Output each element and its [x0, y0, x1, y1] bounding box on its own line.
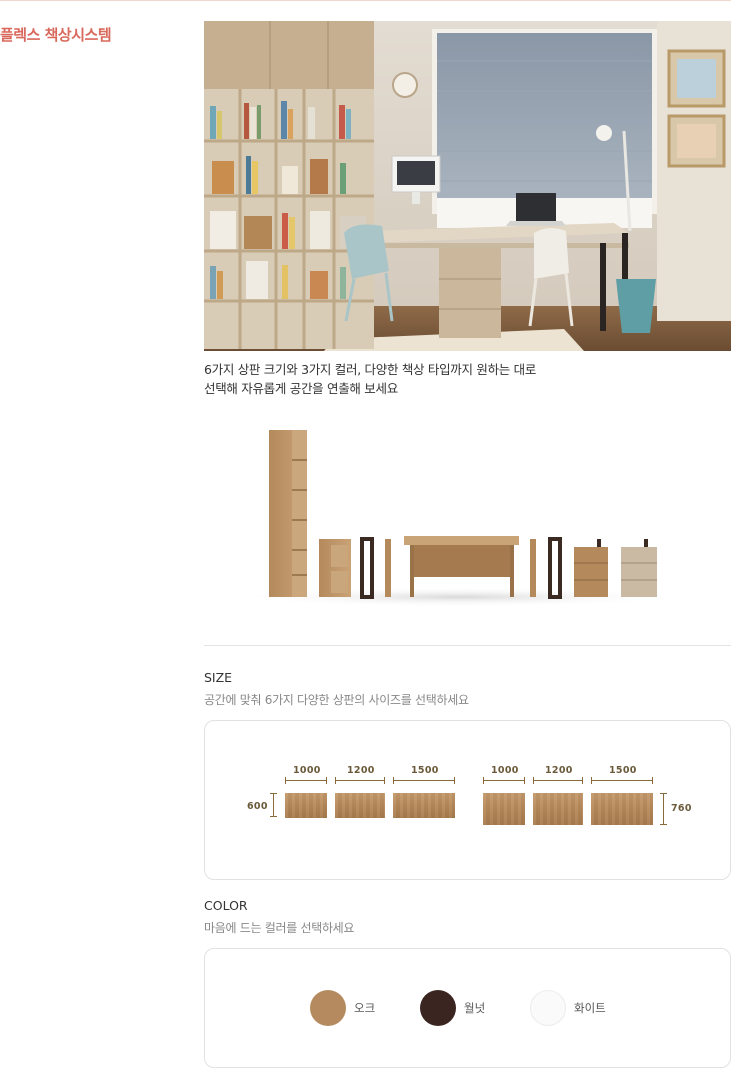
color-option-oak[interactable]: 오크: [310, 989, 375, 1027]
color-option-white[interactable]: 화이트: [530, 989, 606, 1027]
components-illustration: [204, 415, 731, 625]
width-indicator-1500-a: [393, 777, 455, 784]
board-760x1500[interactable]: [591, 793, 653, 825]
white-swatch[interactable]: [530, 990, 566, 1026]
width-indicator-1200-a: [335, 777, 385, 784]
intro-line-1: 6가지 상판 크기와 3가지 컬러, 다양한 책상 타입까지 원하는 대로: [204, 362, 537, 377]
board-760x1000[interactable]: [483, 793, 525, 825]
width-indicator-1000-b: [483, 777, 525, 784]
depth-indicator-760: [660, 793, 667, 825]
section-divider: [204, 645, 731, 646]
depth-label-760: 760: [671, 803, 692, 814]
board-760x1200[interactable]: [533, 793, 583, 825]
width-indicator-1500-b: [591, 777, 653, 784]
section-title: 플렉스 책상시스템: [0, 26, 112, 44]
board-600x1200[interactable]: [335, 793, 385, 818]
width-label-1000-b: 1000: [491, 765, 519, 776]
size-subheading: 공간에 맞춰 6가지 다양한 상판의 사이즈를 선택하세요: [204, 693, 469, 707]
oak-label: 오크: [354, 1001, 376, 1015]
white-label: 화이트: [574, 1001, 606, 1015]
walnut-swatch[interactable]: [420, 990, 456, 1026]
board-600x1000[interactable]: [285, 793, 327, 818]
color-option-walnut[interactable]: 월넛: [420, 989, 485, 1027]
oak-swatch[interactable]: [310, 990, 346, 1026]
depth-indicator-600: [270, 793, 277, 817]
board-600x1500[interactable]: [393, 793, 455, 818]
color-panel: 오크 월넛 화이트: [204, 948, 731, 1068]
width-indicator-1000-a: [285, 777, 327, 784]
size-panel: 600 1000 1200 1500 1000 1200 1500 760: [204, 720, 731, 880]
intro-line-2: 선택해 자유롭게 공간을 연출해 보세요: [204, 381, 398, 396]
width-label-1500-a: 1500: [411, 765, 439, 776]
depth-label-600: 600: [247, 801, 268, 812]
width-label-1500-b: 1500: [609, 765, 637, 776]
top-rule: [0, 0, 731, 1]
width-label-1000-a: 1000: [293, 765, 321, 776]
width-label-1200-a: 1200: [347, 765, 375, 776]
size-heading: SIZE: [204, 670, 233, 685]
width-indicator-1200-b: [533, 777, 583, 784]
color-subheading: 마음에 드는 컬러를 선택하세요: [204, 921, 355, 935]
intro-text: 6가지 상판 크기와 3가지 컬러, 다양한 책상 타입까지 원하는 대로 선택…: [204, 360, 731, 398]
width-label-1200-b: 1200: [545, 765, 573, 776]
room-photo: [204, 21, 731, 351]
walnut-label: 월넛: [464, 1001, 486, 1015]
color-heading: COLOR: [204, 898, 248, 913]
